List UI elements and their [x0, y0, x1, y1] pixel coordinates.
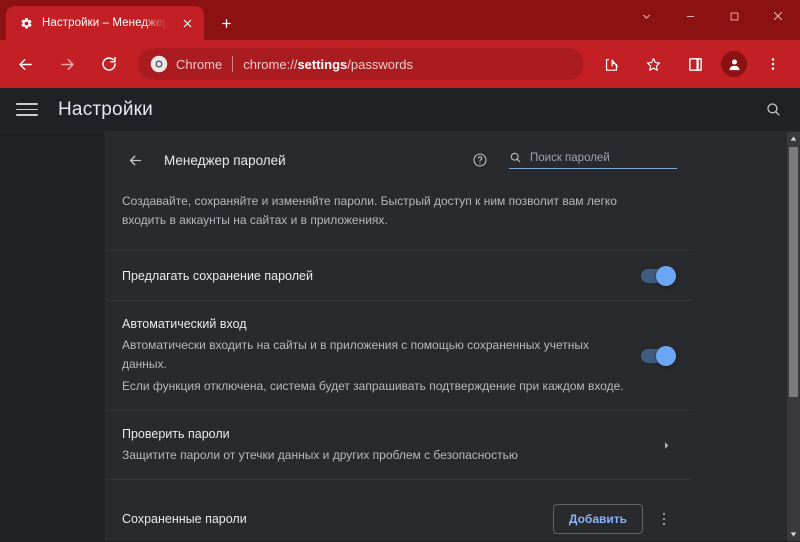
- window-controls: [624, 0, 800, 32]
- check-passwords-row[interactable]: Проверить пароли Защитите пароли от утеч…: [106, 411, 691, 480]
- profile-avatar[interactable]: [721, 51, 747, 77]
- url-prefix: chrome://: [243, 56, 298, 72]
- chevron-right-icon[interactable]: [657, 440, 675, 451]
- password-manager-header: Менеджер паролей: [106, 132, 691, 188]
- check-passwords-description: Защитите пароли от утечки данных и други…: [122, 448, 518, 462]
- tab-title: Настройки – Менеджер паролей: [42, 17, 170, 29]
- side-panel-icon[interactable]: [677, 46, 713, 82]
- saved-passwords-menu-icon[interactable]: [651, 506, 677, 532]
- settings-sidebar: [0, 132, 106, 541]
- gear-icon: [18, 15, 34, 31]
- new-tab-button[interactable]: [212, 9, 240, 37]
- tab-close-icon[interactable]: [178, 14, 196, 32]
- window-close-icon[interactable]: [756, 0, 800, 32]
- maximize-icon[interactable]: [712, 0, 756, 32]
- auto-signin-description-2: Если функция отключена, система будет за…: [122, 379, 624, 393]
- password-manager-panel: Менеджер паролей Создавайте, сохраняйт: [106, 132, 800, 541]
- saved-passwords-label: Сохраненные пароли: [122, 512, 247, 526]
- browser-menu-icon[interactable]: [755, 46, 791, 82]
- password-manager-title: Менеджер паролей: [164, 152, 286, 168]
- auto-signin-description-1: Автоматически входить на сайты и в прило…: [122, 338, 589, 371]
- omnibox-site-label: Chrome: [176, 56, 223, 72]
- vertical-scrollbar[interactable]: [787, 132, 800, 541]
- scroll-down-icon[interactable]: [787, 528, 800, 541]
- page-title: Настройки: [58, 98, 153, 120]
- add-password-button[interactable]: Добавить: [552, 504, 643, 534]
- tab-search-chevron-down-icon[interactable]: [624, 0, 668, 32]
- settings-search-icon[interactable]: [760, 97, 786, 123]
- settings-content: Менеджер паролей Создавайте, сохраняйт: [0, 132, 800, 541]
- omnibox-separator: [232, 56, 234, 72]
- saved-passwords-header: Сохраненные пароли Добавить: [106, 480, 691, 541]
- browser-toolbar: Chrome chrome://settings/passwords: [0, 40, 800, 88]
- auto-signin-toggle[interactable]: [641, 345, 676, 366]
- intro-text: Создавайте, сохраняйте и изменяйте парол…: [106, 188, 691, 251]
- url-bold: settings: [297, 56, 348, 72]
- chrome-icon: [150, 55, 168, 73]
- tab-strip: Настройки – Менеджер паролей: [0, 0, 800, 40]
- forward-button[interactable]: [49, 46, 85, 82]
- auto-signin-label: Автоматический вход: [122, 317, 247, 331]
- settings-page: Настройки Менеджер паролей Поиск паролей…: [0, 88, 800, 542]
- settings-top-bar: Настройки: [0, 88, 800, 132]
- help-circle-icon[interactable]: [469, 149, 491, 171]
- reload-button[interactable]: [91, 46, 127, 82]
- offer-save-toggle[interactable]: [641, 265, 676, 286]
- search-icon: [509, 151, 522, 164]
- browser-tab[interactable]: Настройки – Менеджер паролей: [6, 6, 204, 40]
- browser-window: Настройки – Менеджер паролей: [0, 0, 800, 542]
- minimize-icon[interactable]: [668, 0, 712, 32]
- url-suffix: /passwords: [347, 56, 414, 72]
- scroll-up-icon[interactable]: [787, 132, 800, 145]
- omnibox-url: chrome://settings/passwords: [243, 57, 413, 72]
- hamburger-icon[interactable]: [16, 99, 38, 121]
- check-passwords-label: Проверить пароли: [122, 427, 230, 441]
- bookmark-star-icon[interactable]: [635, 46, 671, 82]
- back-arrow-icon[interactable]: [122, 147, 148, 173]
- offer-save-passwords-row[interactable]: Предлагать сохранение паролей: [106, 251, 691, 301]
- password-search-field[interactable]: [509, 151, 677, 169]
- share-icon[interactable]: [593, 46, 629, 82]
- address-bar[interactable]: Chrome chrome://settings/passwords: [138, 48, 584, 80]
- search-input[interactable]: [530, 151, 677, 164]
- auto-signin-row[interactable]: Автоматический вход Автоматически входит…: [106, 301, 691, 411]
- offer-save-label: Предлагать сохранение паролей: [122, 268, 313, 283]
- scrollbar-thumb[interactable]: [789, 147, 798, 397]
- back-button[interactable]: [7, 46, 43, 82]
